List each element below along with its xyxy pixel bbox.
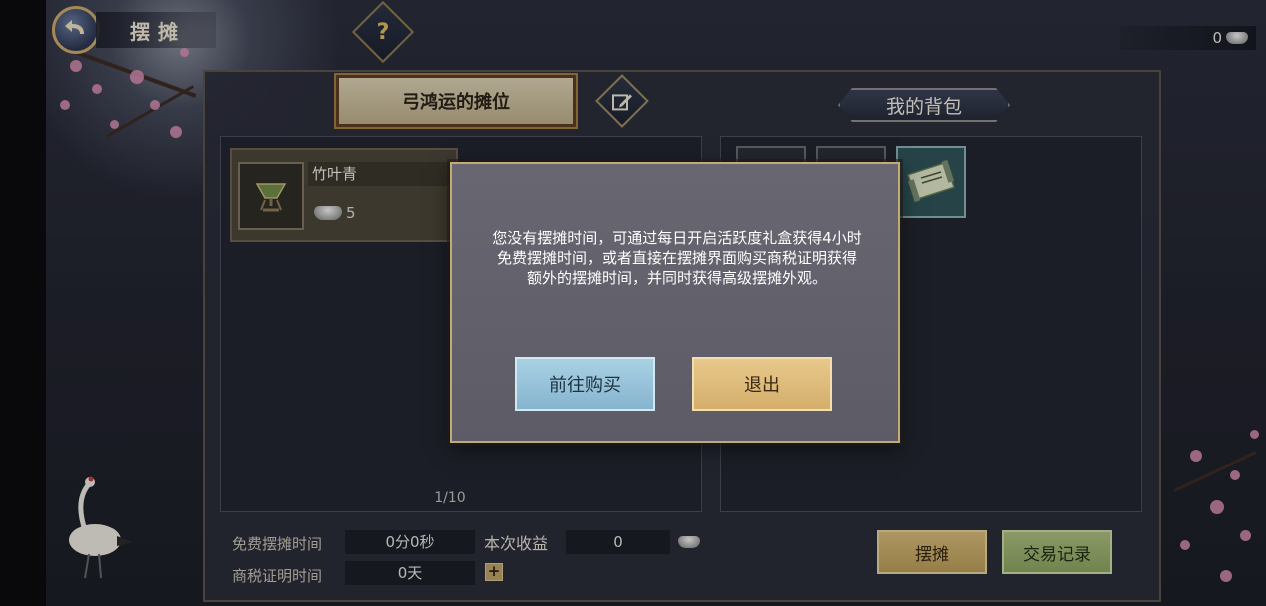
no-stall-time-dialog: 您没有摆摊时间，可通过每日开启活跃度礼盒获得4小时免费摆摊时间，或者直接在摆摊界…: [450, 162, 900, 443]
dialog-message: 您没有摆摊时间，可通过每日开启活跃度礼盒获得4小时免费摆摊时间，或者直接在摆摊界…: [492, 229, 862, 287]
go-buy-button[interactable]: 前往购买: [515, 357, 655, 411]
exit-button[interactable]: 退出: [692, 357, 832, 411]
